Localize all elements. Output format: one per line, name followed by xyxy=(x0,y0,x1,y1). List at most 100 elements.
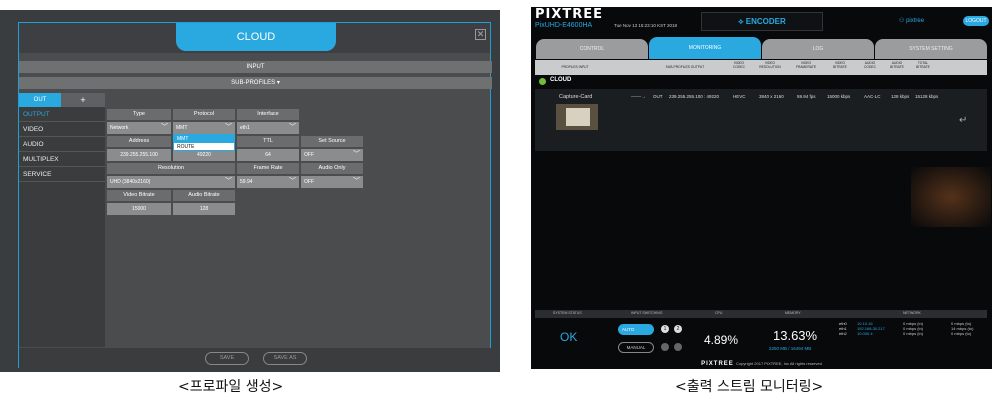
interface-value: eth1 xyxy=(240,125,250,131)
video-bitrate: 15000 kbps xyxy=(827,94,851,99)
col-video-framerate: VIDEO FRAMERATE xyxy=(795,61,817,69)
frame-rate-label: Frame Rate xyxy=(237,163,299,174)
resolution-label: Resolution xyxy=(107,163,235,174)
protocol-label: Protocol xyxy=(173,109,235,120)
sidebar-item-audio[interactable]: AUDIO xyxy=(19,137,105,152)
protocol-value: MMT xyxy=(176,125,188,131)
col-sub-profiles-output: SUB-PROFILES OUTPUT xyxy=(665,65,705,69)
input-bar[interactable]: INPUT xyxy=(19,61,492,73)
sidebar: OUTPUT VIDEO AUDIO MULTIPLEX SERVICE xyxy=(19,107,105,347)
input-2-indicator[interactable]: 2 xyxy=(674,325,682,333)
status-dot-icon xyxy=(539,78,546,85)
audio-codec: AAC-LC xyxy=(864,94,881,99)
protocol-option-route[interactable]: ROUTE xyxy=(174,143,234,151)
tab-system-setting[interactable]: SYSTEM SETTING xyxy=(875,39,987,59)
network-ips: 10.10.16 192.168.30.217 10.000.4 xyxy=(857,321,885,336)
address-field[interactable]: 239.255.255.100 xyxy=(107,149,171,161)
audio-bitrate-field[interactable]: 128 xyxy=(173,203,235,215)
total-bitrate: 15128 kbps xyxy=(915,94,939,99)
audio-only-label: Audio Only xyxy=(301,163,363,174)
net-iface: eth2 xyxy=(839,331,847,336)
input-1-indicator[interactable]: 1 xyxy=(661,325,669,333)
status-head-memory: MEMORY xyxy=(785,311,801,315)
net-ip: 10.000.4 xyxy=(857,331,873,336)
device-model: PixUHD-E4600HA xyxy=(535,22,593,29)
cloud-profile-row[interactable]: CLOUD xyxy=(535,76,987,87)
cloud-profile-modal: CLOUD ✕ INPUT SUB-PROFILES ▾ OUT + OUTPU… xyxy=(18,22,492,369)
modal-header: CLOUD ✕ xyxy=(19,23,490,53)
datetime: Tue Nov 13 15:23:10 KST 2018 xyxy=(614,23,678,28)
chevron-down-icon: ▾ xyxy=(276,80,280,86)
user: ⚇ pixtree xyxy=(899,17,924,24)
return-arrow-icon[interactable]: ↵ xyxy=(959,115,967,126)
resolution-select[interactable]: UHD (3840x2160) ﹀ xyxy=(107,176,235,188)
encoder-icon: ⟡ xyxy=(738,17,744,26)
protocol-dropdown: MMT ROUTE xyxy=(173,134,235,151)
sidebar-item-video[interactable]: VIDEO xyxy=(19,122,105,137)
type-select[interactable]: Network ﹀ xyxy=(107,122,171,134)
protocol-select[interactable]: MMT ﹀ xyxy=(173,122,235,134)
interface-select[interactable]: eth1 ﹀ xyxy=(237,122,299,134)
manual-indicator-2 xyxy=(674,343,682,351)
save-button[interactable]: SAVE xyxy=(205,352,249,365)
col-video-codec: VIDEO CODEC xyxy=(733,61,745,69)
set-source-value: OFF xyxy=(304,152,314,158)
chevron-down-icon: ﹀ xyxy=(353,151,360,158)
audio-bitrate: 128 kbps xyxy=(891,94,910,99)
sub-profiles-bar[interactable]: SUB-PROFILES ▾ xyxy=(19,77,492,89)
copyright: Copyright 2017 PIXTREE, Inc All rights r… xyxy=(736,361,822,366)
network-out: 0 mbps (to) 14 mbps (to) 0 mbps (to) xyxy=(951,321,973,336)
net-in: 0 mbps (in) xyxy=(903,331,924,336)
manual-switch-button[interactable]: MANUAL xyxy=(618,342,654,353)
set-source-select[interactable]: OFF ﹀ xyxy=(301,149,363,161)
save-as-button[interactable]: SAVE AS xyxy=(263,352,307,365)
tab-log[interactable]: LOG xyxy=(762,39,874,59)
encoder-label: ENCODER xyxy=(745,17,786,26)
type-label: Type xyxy=(107,109,171,120)
stream-row: Capture-Card ——→ OUT 239.255.255.100 : 4… xyxy=(535,89,987,151)
video-framerate: 59.94 fps xyxy=(797,94,816,99)
video-resolution: 3840 x 2160 xyxy=(759,94,784,99)
chevron-down-icon: ﹀ xyxy=(161,124,168,131)
modal-footer: SAVE SAVE AS xyxy=(19,348,492,369)
tab-out[interactable]: OUT xyxy=(19,93,61,107)
status-head-input-switching: INPUT SWITCHING xyxy=(631,311,663,315)
output-tabs: OUT + xyxy=(19,93,492,107)
audio-bitrate-label: Audio Bitrate xyxy=(173,190,235,201)
audio-only-select[interactable]: OFF ﹀ xyxy=(301,176,363,188)
output-settings: Type Protocol Interface Network ﹀ MMT ﹀ et… xyxy=(107,107,492,347)
ttl-field[interactable]: 64 xyxy=(237,149,299,161)
type-value: Network xyxy=(110,125,129,131)
chevron-down-icon: ﹀ xyxy=(289,178,296,185)
sub-profiles-label: SUB-PROFILES xyxy=(231,80,276,86)
auto-switch-button[interactable]: AUTO xyxy=(618,324,654,335)
add-tab-button[interactable]: + xyxy=(61,93,105,107)
left-caption: <프로파일 생성> xyxy=(178,379,284,395)
sidebar-item-multiplex[interactable]: MULTIPLEX xyxy=(19,152,105,167)
sidebar-item-output[interactable]: OUTPUT xyxy=(19,107,105,122)
video-bitrate-field[interactable]: 15000 xyxy=(107,203,171,215)
net-out: 0 mbps (to) xyxy=(951,331,972,336)
tab-control[interactable]: CONTROL xyxy=(536,39,648,59)
footer: PIXTREE Copyright 2017 PIXTREE, Inc All … xyxy=(531,359,992,369)
col-audio-codec: AUDIO CODEC xyxy=(864,61,876,69)
protocol-option-mmt[interactable]: MMT xyxy=(174,135,234,143)
out-address: 239.255.255.100 : 49220 xyxy=(669,94,720,99)
cpu-value: 4.89% xyxy=(704,333,739,347)
arrow-right-icon: ——→ xyxy=(631,94,646,100)
close-icon[interactable]: ✕ xyxy=(475,29,486,40)
modal-title: CLOUD xyxy=(176,23,336,51)
sidebar-item-service[interactable]: SERVICE xyxy=(19,167,105,182)
tab-monitoring[interactable]: MONITORING xyxy=(649,37,761,59)
frame-rate-select[interactable]: 59.94 ﹀ xyxy=(237,176,299,188)
monitoring-screenshot: PIXTREE PixUHD-E4600HA Tue Nov 13 15:23:… xyxy=(531,7,992,369)
encoder-title: ⟡ ENCODER xyxy=(701,12,823,31)
logout-button[interactable]: LOGOUT xyxy=(963,16,989,26)
address-label: Address xyxy=(107,136,171,147)
network-in: 0 mbps (in) 0 mbps (in) 0 mbps (in) xyxy=(903,321,923,336)
col-profiles-input: PROFILES INPUT xyxy=(561,65,589,69)
col-total-bitrate: TOTAL BITRATE xyxy=(916,61,930,69)
col-audio-bitrate: AUDIO BITRATE xyxy=(890,61,904,69)
main-tabs: CONTROL MONITORING LOG SYSTEM SETTING xyxy=(531,37,992,59)
footer-logo: PIXTREE xyxy=(701,361,734,367)
